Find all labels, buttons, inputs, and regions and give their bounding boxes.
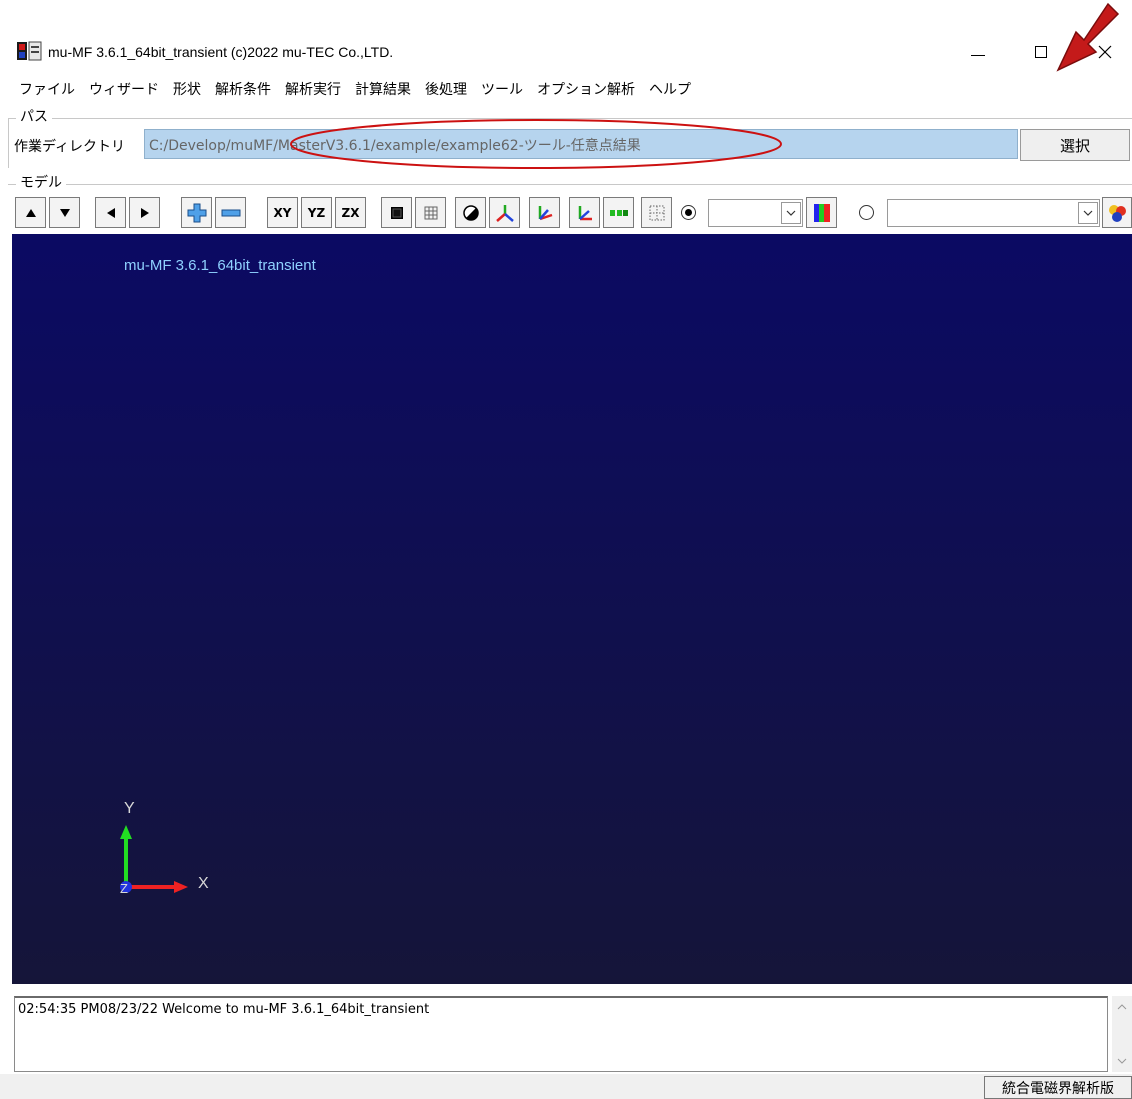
mesh-grid-icon	[424, 206, 437, 219]
minimize-button[interactable]	[955, 34, 1001, 70]
log-line: 02:54:35 PM08/23/22 Welcome to mu-MF 3.6…	[18, 1002, 430, 1017]
color-legend-button[interactable]	[603, 197, 634, 228]
color-map-button[interactable]	[806, 197, 837, 228]
rotate-left-button[interactable]	[95, 197, 126, 228]
view-zx-button[interactable]: ZX	[335, 197, 366, 228]
triangle-right-icon	[140, 207, 149, 218]
axis-z-label: Z	[120, 881, 128, 896]
menu-file[interactable]: ファイル	[12, 78, 82, 102]
app-icon	[16, 40, 42, 62]
model-group-label: モデル	[16, 172, 66, 192]
menu-analysis-conditions[interactable]: 解析条件	[208, 78, 278, 102]
render-button[interactable]	[1102, 197, 1132, 228]
result-dropdown-2[interactable]	[887, 199, 1100, 227]
status-bar	[0, 1074, 1132, 1099]
triangle-left-icon	[106, 207, 115, 218]
axes-corner-icon	[538, 205, 552, 220]
axes-tripod-icon	[495, 204, 514, 222]
chevron-down-icon	[1078, 202, 1098, 224]
scroll-up-icon	[1117, 1004, 1127, 1010]
select-directory-button[interactable]: 選択	[1020, 129, 1130, 161]
axis-indicator: Y Z X	[120, 800, 209, 896]
rotate-right-button[interactable]	[129, 197, 160, 228]
left-frame	[0, 230, 12, 1075]
radio-dot-icon	[685, 209, 692, 216]
annotation-ellipse-icon	[290, 119, 782, 169]
view-yz-button[interactable]: YZ	[301, 197, 332, 228]
plus-icon	[187, 203, 206, 222]
mesh-view-button[interactable]	[415, 197, 446, 228]
rgb-bars-icon	[813, 203, 830, 222]
chevron-down-icon	[781, 202, 801, 224]
menu-run-analysis[interactable]: 解析実行	[278, 78, 348, 102]
zoom-out-button[interactable]	[215, 197, 246, 228]
axis-x-label: X	[198, 875, 209, 892]
color-molecule-icon	[1109, 204, 1126, 222]
window-title: mu-MF 3.6.1_64bit_transient (c)2022 mu-T…	[48, 44, 394, 60]
grid-toggle-button[interactable]	[641, 197, 672, 228]
color-blocks-icon	[609, 209, 628, 216]
dotted-grid-icon	[649, 205, 664, 220]
viewport-title: mu-MF 3.6.1_64bit_transient	[124, 257, 316, 274]
solid-square-icon	[390, 206, 403, 219]
menu-postprocess[interactable]: 後処理	[418, 78, 474, 102]
zoom-in-button[interactable]	[181, 197, 212, 228]
scroll-down-icon	[1117, 1058, 1127, 1064]
rotate-down-button[interactable]	[49, 197, 80, 228]
solid-view-button[interactable]	[381, 197, 412, 228]
mode-radio-1[interactable]	[681, 205, 696, 220]
half-circle-icon	[462, 204, 479, 221]
menu-shape[interactable]: 形状	[166, 78, 208, 102]
menu-wizard[interactable]: ウィザード	[82, 78, 166, 102]
triangle-down-icon	[59, 208, 70, 217]
axis-rotate-button[interactable]	[529, 197, 560, 228]
working-directory-label: 作業ディレクトリ	[14, 139, 126, 155]
path-group-left-border	[8, 118, 9, 168]
menu-tools[interactable]: ツール	[474, 78, 530, 102]
edition-status: 統合電磁界解析版	[984, 1076, 1132, 1099]
menu-bar: ファイル ウィザード 形状 解析条件 解析実行 計算結果 後処理 ツール オプシ…	[12, 78, 698, 102]
menu-results[interactable]: 計算結果	[348, 78, 418, 102]
annotation-arrow-icon	[1056, 2, 1120, 72]
minus-icon	[221, 209, 240, 216]
rotate-up-button[interactable]	[15, 197, 46, 228]
menu-option-analysis[interactable]: オプション解析	[530, 78, 642, 102]
menu-help[interactable]: ヘルプ	[642, 78, 698, 102]
axis-y-label: Y	[124, 800, 135, 817]
mode-radio-2[interactable]	[859, 205, 874, 220]
contrast-button[interactable]	[455, 197, 486, 228]
model-group-border	[8, 184, 1132, 185]
path-group-label: パス	[16, 106, 52, 126]
axis-reset-button[interactable]	[569, 197, 600, 228]
axis-view-button[interactable]	[489, 197, 520, 228]
result-dropdown-1[interactable]	[708, 199, 803, 227]
log-scrollbar[interactable]	[1112, 996, 1132, 1072]
minimize-icon	[971, 54, 985, 56]
triangle-up-icon	[25, 208, 36, 217]
axes-corner-alt-icon	[578, 205, 592, 220]
view-xy-button[interactable]: XY	[267, 197, 298, 228]
